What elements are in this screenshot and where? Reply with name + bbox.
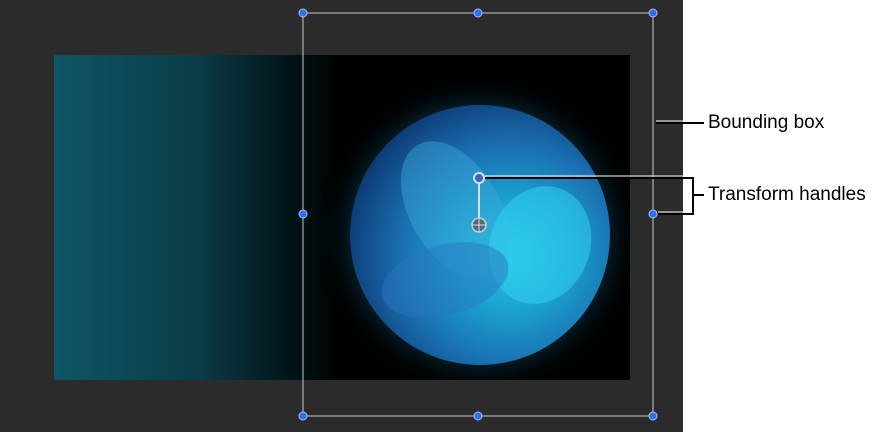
rotation-handle[interactable]	[473, 172, 485, 184]
handle-middle-left[interactable]	[298, 209, 308, 219]
transform-handles-bracket	[485, 177, 694, 215]
anchor-point-icon[interactable]	[471, 217, 487, 233]
handle-bottom-center[interactable]	[473, 411, 483, 421]
handle-top-center[interactable]	[473, 8, 483, 18]
bounding-box-label: Bounding box	[708, 112, 825, 133]
handle-bottom-right[interactable]	[648, 411, 658, 421]
transform-handles-label: Transform handles	[708, 184, 866, 205]
handle-bottom-left[interactable]	[298, 411, 308, 421]
handle-top-right[interactable]	[648, 8, 658, 18]
overlay	[298, 8, 704, 421]
handle-top-left[interactable]	[298, 8, 308, 18]
handle-middle-right[interactable]	[648, 209, 658, 219]
